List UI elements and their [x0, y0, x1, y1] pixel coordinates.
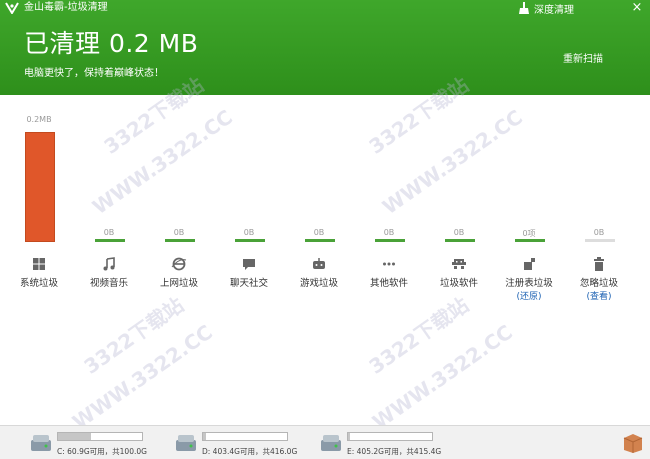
category-label: 视频音乐 — [89, 278, 128, 289]
browser-e-icon — [171, 257, 187, 271]
category-label: 游戏垃圾 — [299, 278, 338, 289]
category-bar — [25, 132, 55, 242]
category-value-label: 0B — [103, 228, 115, 237]
hard-drive-icon — [321, 435, 341, 451]
rescan-button[interactable]: 重新扫描 — [563, 50, 603, 65]
category-value-label: 0B — [243, 228, 255, 237]
category-column[interactable]: 0.2MB 系统垃圾 — [4, 95, 74, 305]
category-value-label: 0B — [313, 228, 325, 237]
kingsoft-logo-icon — [5, 2, 19, 14]
window-title: 金山毒霸-垃圾清理 — [24, 2, 108, 13]
category-value-label: 0.2MB — [26, 115, 52, 124]
disk-usage-bar — [347, 432, 433, 441]
registry-icon — [524, 258, 535, 270]
gamepad-icon — [313, 258, 325, 269]
disk-usage-fill — [58, 433, 91, 440]
category-label: 上网垃圾 — [159, 278, 198, 289]
music-note-icon — [103, 257, 115, 271]
category-label: 注册表垃圾 — [505, 278, 553, 289]
category-label: 垃圾软件 — [439, 278, 478, 289]
category-column[interactable]: 0B 游戏垃圾 — [284, 95, 354, 305]
category-label: 其他软件 — [369, 278, 408, 289]
junk-category-chart: 3322下载站 WWW.3322.CC 3322下载站 WWW.3322.CC 3322… — [0, 73, 650, 434]
category-label: 忽略垃圾 — [579, 278, 618, 289]
disk-usage-text: E: 405.2G可用，共415.4G — [347, 447, 442, 456]
disk-status-bar: C: 60.9G可用，共100.0G D: 403.4G可用，共416.0G E: … — [0, 425, 650, 459]
category-column[interactable]: 0B 其他软件 — [354, 95, 424, 305]
windows-icon — [33, 258, 45, 270]
invader-icon — [452, 259, 466, 269]
category-column[interactable]: 0B 上网垃圾 — [144, 95, 214, 305]
disk-usage-bar — [57, 432, 143, 441]
category-value-label: 0B — [383, 228, 395, 237]
category-bar — [235, 239, 265, 242]
category-column[interactable]: 0B 垃圾软件 — [424, 95, 494, 305]
watermark-text: WWW.3322.CC — [68, 319, 217, 435]
trash-icon — [594, 257, 604, 271]
disk-usage-text: D: 403.4G可用，共416.0G — [202, 447, 298, 456]
category-bar — [305, 239, 335, 242]
category-bar — [95, 239, 125, 242]
disk-usage-fill — [348, 433, 351, 440]
hard-drive-icon — [31, 435, 51, 451]
category-value-label: 0B — [173, 228, 185, 237]
category-bar — [585, 239, 615, 242]
category-bar — [445, 239, 475, 242]
category-bar — [375, 239, 405, 242]
title-bar: 金山毒霸-垃圾清理 深度清理 × — [0, 0, 650, 16]
category-value-label: 0项 — [522, 229, 536, 238]
broom-icon — [519, 2, 529, 14]
header-banner: 金山毒霸-垃圾清理 深度清理 × 已清理 0.2 MB 电脑更快了，保持着巅峰状… — [0, 0, 650, 95]
category-action-link[interactable]: (查看) — [564, 289, 634, 302]
watermark-text: WWW.3322.CC — [368, 319, 517, 435]
category-column[interactable]: 0B 忽略垃圾 (查看) — [564, 95, 634, 305]
category-label: 聊天社交 — [229, 278, 268, 289]
category-label: 系统垃圾 — [19, 278, 58, 289]
disk-drive[interactable]: E: 405.2G可用，共415.4G — [320, 430, 445, 456]
category-column[interactable]: 0项注册表垃圾 (还原) — [494, 95, 564, 305]
deep-clean-button[interactable]: 深度清理 — [518, 1, 574, 16]
hard-drive-icon — [176, 435, 196, 451]
chat-bubble-icon — [243, 259, 255, 270]
dots-icon — [383, 262, 395, 266]
status-subtitle: 电脑更快了，保持着巅峰状态！ — [24, 68, 164, 79]
deep-clean-label: 深度清理 — [534, 4, 574, 16]
category-action-link[interactable]: (还原) — [494, 289, 564, 302]
category-bar — [165, 239, 195, 242]
disk-usage-text: C: 60.9G可用，共100.0G — [57, 447, 147, 456]
disk-drive[interactable]: D: 403.4G可用，共416.0G — [175, 430, 300, 456]
category-column[interactable]: 0B 视频音乐 — [74, 95, 144, 305]
category-value-label: 0B — [593, 228, 605, 237]
toolbox-icon[interactable] — [622, 430, 644, 454]
category-bar — [515, 239, 545, 242]
cleaned-headline: 已清理 0.2 MB — [24, 29, 199, 58]
category-column[interactable]: 0B 聊天社交 — [214, 95, 284, 305]
close-button[interactable]: × — [628, 0, 646, 16]
category-value-label: 0B — [453, 228, 465, 237]
disk-usage-fill — [203, 433, 206, 440]
disk-drive[interactable]: C: 60.9G可用，共100.0G — [30, 430, 155, 456]
disk-usage-bar — [202, 432, 288, 441]
